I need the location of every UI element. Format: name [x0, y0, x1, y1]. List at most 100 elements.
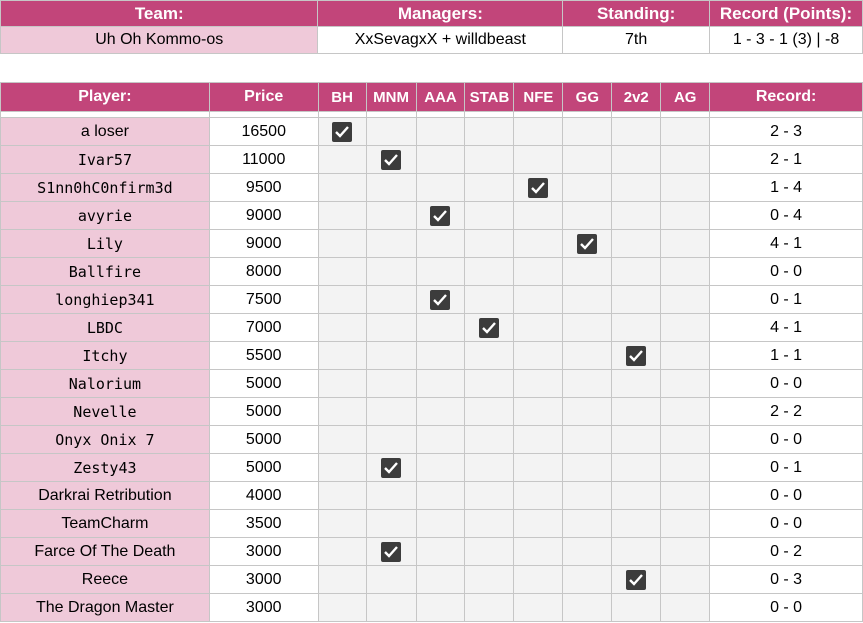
2v2-column-header[interactable]: 2v2 [611, 82, 662, 112]
aaa-checkbox-cell[interactable] [415, 313, 466, 342]
checked-checkbox-icon[interactable] [430, 205, 451, 226]
stab-checkbox-cell[interactable] [464, 369, 515, 398]
price-cell[interactable]: 3500 [208, 509, 319, 538]
2v2-checkbox-cell[interactable] [611, 229, 662, 258]
team-name-cell[interactable]: Uh Oh Kommo-os [0, 26, 319, 54]
mnm-checkbox-cell[interactable] [365, 425, 417, 454]
price-cell[interactable]: 4000 [208, 481, 319, 510]
nfe-checkbox-cell[interactable] [513, 285, 564, 314]
nfe-checkbox-cell[interactable] [513, 509, 564, 538]
2v2-checkbox-cell[interactable] [611, 593, 662, 622]
nfe-checkbox-cell[interactable] [513, 481, 564, 510]
stab-checkbox-cell[interactable] [464, 565, 515, 594]
player-name-cell[interactable]: Nalorium [0, 369, 210, 398]
bh-checkbox-cell[interactable] [317, 173, 367, 202]
stab-checkbox-cell[interactable] [464, 257, 515, 286]
mnm-checkbox-cell[interactable] [365, 453, 417, 482]
record-cell[interactable]: 0 - 1 [709, 453, 863, 482]
2v2-checkbox-cell[interactable] [611, 173, 662, 202]
record-cell[interactable]: 0 - 4 [709, 201, 863, 230]
bh-checkbox-cell[interactable] [317, 397, 367, 426]
ag-checkbox-cell[interactable] [660, 117, 711, 146]
price-cell[interactable]: 11000 [208, 145, 319, 174]
player-name-cell[interactable]: Itchy [0, 341, 210, 370]
ag-checkbox-cell[interactable] [660, 285, 711, 314]
bh-checkbox-cell[interactable] [317, 425, 367, 454]
bh-checkbox-cell[interactable] [317, 257, 367, 286]
player-name-cell[interactable]: LBDC [0, 313, 210, 342]
player-name-cell[interactable]: Nevelle [0, 397, 210, 426]
2v2-checkbox-cell[interactable] [611, 341, 662, 370]
team-label[interactable]: Team: [0, 0, 319, 27]
player-name-cell[interactable]: Lily [0, 229, 210, 258]
player-name-cell[interactable]: longhiep341 [0, 285, 210, 314]
mnm-checkbox-cell[interactable] [365, 173, 417, 202]
price-column-header[interactable]: Price [208, 82, 319, 112]
ag-checkbox-cell[interactable] [660, 229, 711, 258]
aaa-checkbox-cell[interactable] [415, 229, 466, 258]
ag-checkbox-cell[interactable] [660, 453, 711, 482]
2v2-checkbox-cell[interactable] [611, 257, 662, 286]
stab-checkbox-cell[interactable] [464, 425, 515, 454]
standing-label[interactable]: Standing: [562, 0, 711, 27]
2v2-checkbox-cell[interactable] [611, 509, 662, 538]
bh-checkbox-cell[interactable] [317, 229, 367, 258]
gg-checkbox-cell[interactable] [562, 229, 613, 258]
nfe-checkbox-cell[interactable] [513, 257, 564, 286]
stab-checkbox-cell[interactable] [464, 285, 515, 314]
bh-checkbox-cell[interactable] [317, 565, 367, 594]
record-cell[interactable]: 0 - 3 [709, 565, 863, 594]
checked-checkbox-icon[interactable] [381, 457, 402, 478]
record-cell[interactable]: 0 - 1 [709, 285, 863, 314]
ag-checkbox-cell[interactable] [660, 201, 711, 230]
stab-checkbox-cell[interactable] [464, 397, 515, 426]
price-cell[interactable]: 7500 [208, 285, 319, 314]
aaa-checkbox-cell[interactable] [415, 369, 466, 398]
price-cell[interactable]: 16500 [208, 117, 319, 146]
price-cell[interactable]: 7000 [208, 313, 319, 342]
record-cell[interactable]: 2 - 2 [709, 397, 863, 426]
2v2-checkbox-cell[interactable] [611, 425, 662, 454]
nfe-checkbox-cell[interactable] [513, 369, 564, 398]
gg-checkbox-cell[interactable] [562, 593, 613, 622]
stab-checkbox-cell[interactable] [464, 453, 515, 482]
ag-checkbox-cell[interactable] [660, 313, 711, 342]
gg-checkbox-cell[interactable] [562, 285, 613, 314]
price-cell[interactable]: 3000 [208, 593, 319, 622]
2v2-checkbox-cell[interactable] [611, 369, 662, 398]
record-cell[interactable]: 4 - 1 [709, 313, 863, 342]
aaa-checkbox-cell[interactable] [415, 481, 466, 510]
mnm-checkbox-cell[interactable] [365, 397, 417, 426]
aaa-column-header[interactable]: AAA [415, 82, 466, 112]
player-name-cell[interactable]: Darkrai Retribution [0, 481, 210, 510]
nfe-checkbox-cell[interactable] [513, 453, 564, 482]
bh-checkbox-cell[interactable] [317, 537, 367, 566]
price-cell[interactable]: 5000 [208, 397, 319, 426]
bh-checkbox-cell[interactable] [317, 593, 367, 622]
gg-column-header[interactable]: GG [562, 82, 613, 112]
checked-checkbox-icon[interactable] [381, 541, 402, 562]
nfe-checkbox-cell[interactable] [513, 173, 564, 202]
2v2-checkbox-cell[interactable] [611, 453, 662, 482]
checked-checkbox-icon[interactable] [332, 121, 353, 142]
record-cell[interactable]: 1 - 4 [709, 173, 863, 202]
aaa-checkbox-cell[interactable] [415, 397, 466, 426]
2v2-checkbox-cell[interactable] [611, 313, 662, 342]
record-cell[interactable]: 0 - 0 [709, 257, 863, 286]
price-cell[interactable]: 8000 [208, 257, 319, 286]
nfe-checkbox-cell[interactable] [513, 537, 564, 566]
mnm-checkbox-cell[interactable] [365, 201, 417, 230]
stab-checkbox-cell[interactable] [464, 341, 515, 370]
ag-checkbox-cell[interactable] [660, 593, 711, 622]
aaa-checkbox-cell[interactable] [415, 565, 466, 594]
record-points-label[interactable]: Record (Points): [709, 0, 863, 27]
ag-column-header[interactable]: AG [660, 82, 711, 112]
gg-checkbox-cell[interactable] [562, 453, 613, 482]
bh-checkbox-cell[interactable] [317, 201, 367, 230]
2v2-checkbox-cell[interactable] [611, 117, 662, 146]
player-name-cell[interactable]: TeamCharm [0, 509, 210, 538]
gg-checkbox-cell[interactable] [562, 481, 613, 510]
mnm-checkbox-cell[interactable] [365, 313, 417, 342]
record-cell[interactable]: 0 - 2 [709, 537, 863, 566]
gg-checkbox-cell[interactable] [562, 173, 613, 202]
